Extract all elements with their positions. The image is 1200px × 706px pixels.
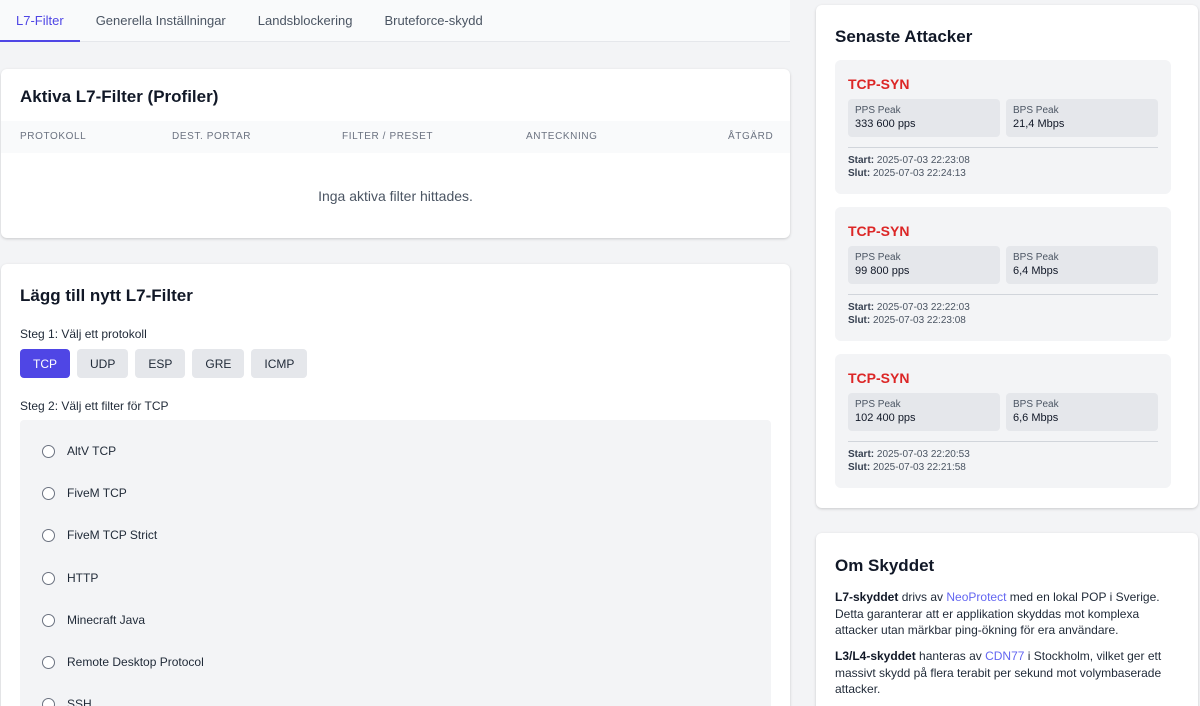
divider <box>848 147 1158 148</box>
attack-end-time: Slut: 2025-07-03 22:23:08 <box>848 315 966 326</box>
bps-peak-metric: BPS Peak 21,4 Mbps <box>1006 99 1158 137</box>
recent-attacks-card: Senaste Attacker TCP-SYN PPS Peak 333 60… <box>816 5 1198 508</box>
tab-l7-filter[interactable]: L7-Filter <box>0 0 80 42</box>
pps-peak-metric: PPS Peak 99 800 pps <box>848 246 1000 284</box>
filter-option-label: Remote Desktop Protocol <box>67 655 204 669</box>
active-filters-title: Aktiva L7-Filter (Profiler) <box>20 87 219 106</box>
bps-peak-label: BPS Peak <box>1013 252 1059 263</box>
column-header-protocol: Protokoll <box>20 131 87 142</box>
recent-attacks-title: Senaste Attacker <box>835 27 973 46</box>
empty-state-message: Inga aktiva filter hittades. <box>318 188 473 204</box>
bps-peak-metric: BPS Peak 6,4 Mbps <box>1006 246 1158 284</box>
step2-label: Steg 2: Välj ett filter för TCP <box>20 399 169 413</box>
radio-icon[interactable] <box>42 697 55 706</box>
pps-peak-label: PPS Peak <box>855 399 901 410</box>
filter-option-fivem-tcp-strict[interactable]: FiveM TCP Strict <box>42 528 157 542</box>
column-header-note: Anteckning <box>526 131 598 142</box>
column-header-action: Åtgärd <box>728 131 774 142</box>
protocol-button-tcp[interactable]: TCP <box>20 349 70 378</box>
tab-country-blocking[interactable]: Landsblockering <box>242 0 369 42</box>
filter-option-label: AltV TCP <box>67 444 117 458</box>
l3l4-protection-strong: L3/L4-skyddet <box>835 649 916 663</box>
attack-start-time: Start: 2025-07-03 22:23:08 <box>848 155 970 166</box>
protocol-button-gre[interactable]: GRE <box>192 349 245 378</box>
add-filter-title: Lägg till nytt L7-Filter <box>20 286 193 305</box>
filter-option-label: SSH <box>67 697 92 706</box>
bps-peak-metric: BPS Peak 6,6 Mbps <box>1006 393 1158 431</box>
attack-entry: TCP-SYN PPS Peak 99 800 pps BPS Peak 6,4… <box>835 207 1171 341</box>
pps-peak-metric: PPS Peak 102 400 pps <box>848 393 1000 431</box>
about-protection-card: Om Skyddet L7-skyddet drivs av NeoProtec… <box>816 533 1198 706</box>
bps-peak-value: 6,4 Mbps <box>1013 265 1059 277</box>
filter-option-label: Minecraft Java <box>67 613 146 627</box>
bps-peak-label: BPS Peak <box>1013 399 1059 410</box>
filter-option-minecraft-java[interactable]: Minecraft Java <box>42 613 145 627</box>
bps-peak-label: BPS Peak <box>1013 105 1059 116</box>
radio-icon[interactable] <box>42 444 55 458</box>
add-filter-card: Lägg till nytt L7-Filter Steg 1: Välj et… <box>1 264 790 706</box>
active-filters-table-header: Protokoll Dest. Portar Filter / Preset A… <box>1 121 790 153</box>
pps-peak-label: PPS Peak <box>855 252 901 263</box>
protocol-button-esp[interactable]: ESP <box>135 349 186 378</box>
filter-option-fivem-tcp[interactable]: FiveM TCP <box>42 486 127 500</box>
about-protection-title: Om Skyddet <box>835 556 935 575</box>
protocol-selector: TCP UDP ESP GRE ICMP <box>20 349 308 378</box>
bps-peak-value: 6,6 Mbps <box>1013 412 1059 424</box>
radio-icon[interactable] <box>42 528 55 542</box>
filter-option-altv-tcp[interactable]: AltV TCP <box>42 444 116 458</box>
protocol-button-icmp[interactable]: ICMP <box>251 349 308 378</box>
filter-option-label: FiveM TCP Strict <box>67 528 158 542</box>
pps-peak-value: 333 600 pps <box>855 118 916 130</box>
l3l4-protection-description: L3/L4-skyddet hanteras av CDN77 i Stockh… <box>835 649 1162 696</box>
divider <box>848 294 1158 295</box>
main-column: L7-Filter Generella Inställningar Landsb… <box>0 0 790 706</box>
bps-peak-value: 21,4 Mbps <box>1013 118 1065 130</box>
filter-option-http[interactable]: HTTP <box>42 571 98 585</box>
radio-icon[interactable] <box>42 613 55 627</box>
attack-type: TCP-SYN <box>848 370 910 386</box>
attack-end-time: Slut: 2025-07-03 22:21:58 <box>848 462 966 473</box>
column-header-filter-preset: Filter / Preset <box>342 131 434 142</box>
pps-peak-label: PPS Peak <box>855 105 901 116</box>
radio-icon[interactable] <box>42 655 55 669</box>
pps-peak-value: 99 800 pps <box>855 265 910 277</box>
attack-entry: TCP-SYN PPS Peak 102 400 pps BPS Peak 6,… <box>835 354 1171 488</box>
neoprotect-link[interactable]: NeoProtect <box>946 590 1006 604</box>
filter-option-ssh[interactable]: SSH <box>42 697 92 706</box>
pps-peak-value: 102 400 pps <box>855 412 916 424</box>
active-filters-card: Aktiva L7-Filter (Profiler) Protokoll De… <box>1 69 790 238</box>
attack-type: TCP-SYN <box>848 223 910 239</box>
page: L7-Filter Generella Inställningar Landsb… <box>0 0 1200 706</box>
filter-option-label: FiveM TCP <box>67 486 127 500</box>
tab-bar: L7-Filter Generella Inställningar Landsb… <box>0 0 790 42</box>
attack-start-time: Start: 2025-07-03 22:20:53 <box>848 449 970 460</box>
step1-label: Steg 1: Välj ett protokoll <box>20 327 147 341</box>
radio-icon[interactable] <box>42 571 55 585</box>
pps-peak-metric: PPS Peak 333 600 pps <box>848 99 1000 137</box>
attack-start-time: Start: 2025-07-03 22:22:03 <box>848 302 970 313</box>
cdn77-link[interactable]: CDN77 <box>985 649 1024 663</box>
filter-option-label: HTTP <box>67 571 99 585</box>
tab-bruteforce-protection[interactable]: Bruteforce-skydd <box>368 0 498 42</box>
attack-type: TCP-SYN <box>848 76 910 92</box>
tab-general-settings[interactable]: Generella Inställningar <box>80 0 242 42</box>
attack-end-time: Slut: 2025-07-03 22:24:13 <box>848 168 966 179</box>
filter-option-rdp[interactable]: Remote Desktop Protocol <box>42 655 204 669</box>
filter-options-list: AltV TCP FiveM TCP FiveM TCP Strict HTTP… <box>20 420 771 706</box>
radio-icon[interactable] <box>42 486 55 500</box>
attack-entry: TCP-SYN PPS Peak 333 600 pps BPS Peak 21… <box>835 60 1171 194</box>
column-header-dest-ports: Dest. Portar <box>172 131 252 142</box>
l7-protection-strong: L7-skyddet <box>835 590 899 604</box>
divider <box>848 441 1158 442</box>
protocol-button-udp[interactable]: UDP <box>77 349 129 378</box>
l7-protection-description: L7-skyddet drivs av NeoProtect med en lo… <box>835 590 1160 637</box>
